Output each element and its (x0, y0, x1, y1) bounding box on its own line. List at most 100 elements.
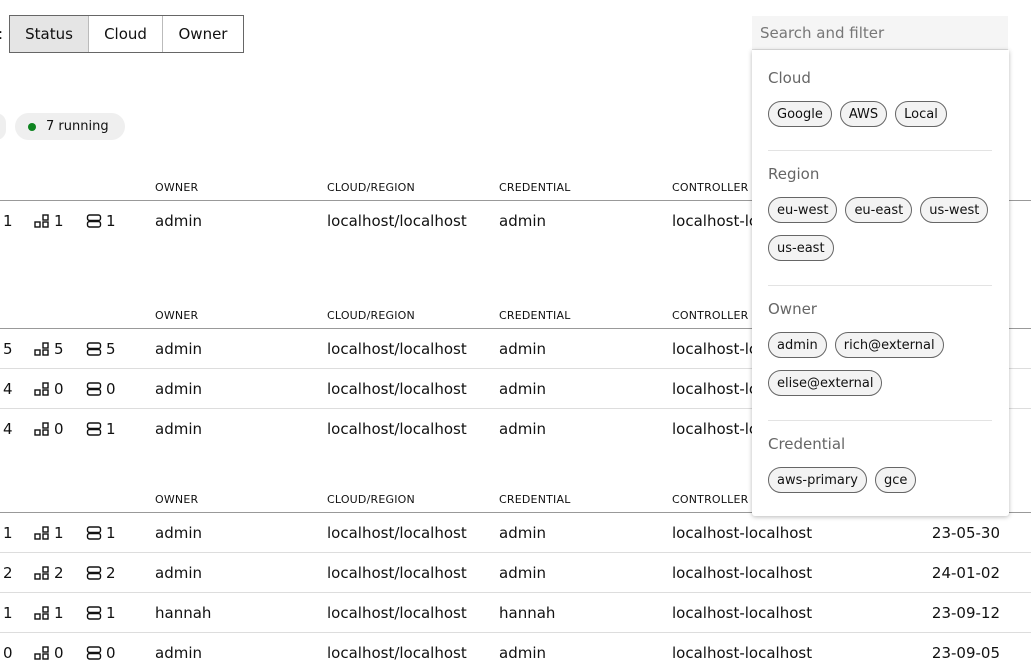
column-header-credential: CREDENTIAL (499, 309, 571, 322)
row-units-value: 1 (54, 604, 64, 622)
filter-pill-google[interactable]: Google (768, 101, 832, 127)
row-cloud-region: localhost/localhost (327, 212, 467, 230)
row-units: 2 (34, 564, 64, 582)
row-machines: 1 (86, 524, 116, 542)
units-icon (34, 342, 49, 356)
row-units-value: 1 (54, 212, 64, 230)
row-count: 5 (3, 340, 13, 358)
units-icon (34, 422, 49, 436)
group-by-status-button[interactable]: Status (10, 16, 88, 52)
machines-icon (86, 342, 102, 356)
row-cloud-region: localhost/localhost (327, 380, 467, 398)
row-units: 5 (34, 340, 64, 358)
row-controller: localhost-lc (672, 212, 758, 230)
units-icon (34, 214, 49, 228)
row-machines-value: 1 (106, 604, 116, 622)
table-row[interactable]: 1 1 1 admin localhost/localhost admin lo… (0, 513, 1031, 553)
row-owner: admin (155, 212, 202, 230)
row-credential: admin (499, 420, 546, 438)
search-filter-input[interactable] (752, 16, 1008, 50)
column-header-owner: OWNER (155, 493, 199, 506)
row-owner: admin (155, 340, 202, 358)
row-machines: 1 (86, 212, 116, 230)
table-row[interactable]: 2 2 2 admin localhost/localhost admin lo… (0, 553, 1031, 593)
row-units: 0 (34, 420, 64, 438)
filter-pill-elise-external[interactable]: elise@external (768, 370, 883, 396)
filter-pill-list: eu-west eu-east us-west us-east (768, 197, 992, 261)
filter-pill-gce[interactable]: gce (874, 467, 917, 493)
row-units-value: 5 (54, 340, 64, 358)
row-count: 2 (3, 564, 13, 582)
filter-pill-local[interactable]: Local (895, 101, 947, 127)
table-row[interactable]: 0 0 0 admin localhost/localhost admin lo… (0, 633, 1031, 669)
row-machines: 1 (86, 420, 116, 438)
row-units-value: 0 (54, 420, 64, 438)
row-units: 0 (34, 644, 64, 662)
row-machines-value: 0 (106, 644, 116, 662)
filter-pill-rich-external[interactable]: rich@external (834, 332, 944, 358)
group-by-cloud-button[interactable]: Cloud (88, 16, 162, 52)
row-cloud-region: localhost/localhost (327, 524, 467, 542)
filter-section-cloud: Cloud Google AWS Local (768, 69, 992, 127)
filter-divider (768, 150, 992, 151)
column-header-controller: CONTROLLER (672, 309, 749, 322)
row-count: 4 (3, 420, 13, 438)
machines-icon (86, 566, 102, 580)
running-dot-icon (28, 122, 36, 131)
row-owner: admin (155, 564, 202, 582)
machines-icon (86, 422, 102, 436)
running-status-chip: 7 running (15, 113, 125, 140)
row-units-value: 0 (54, 380, 64, 398)
running-status-label: 7 running (46, 119, 109, 134)
row-count: 1 (3, 524, 13, 542)
filter-pill-aws[interactable]: AWS (839, 101, 888, 127)
row-owner: admin (155, 644, 202, 662)
column-header-owner: OWNER (155, 309, 199, 322)
filter-pill-admin[interactable]: admin (768, 332, 827, 358)
row-credential: admin (499, 564, 546, 582)
row-count: 1 (3, 604, 13, 622)
group-by-owner-button[interactable]: Owner (162, 16, 243, 52)
row-units: 1 (34, 212, 64, 230)
row-controller: localhost-localhost (672, 564, 813, 582)
row-cloud-region: localhost/localhost (327, 604, 467, 622)
filter-section-title: Owner (768, 300, 817, 318)
filter-pill-aws-primary[interactable]: aws-primary (768, 467, 867, 493)
filter-pill-list: Google AWS Local (768, 101, 992, 127)
row-machines-value: 1 (106, 524, 116, 542)
filter-pill-list: aws-primary gce (768, 467, 992, 493)
row-controller: localhost-lc (672, 380, 758, 398)
row-credential: admin (499, 340, 546, 358)
table-row[interactable]: 1 1 1 hannah localhost/localhost hannah … (0, 593, 1031, 633)
column-header-credential: CREDENTIAL (499, 493, 571, 506)
row-credential: admin (499, 524, 546, 542)
row-count: 1 (3, 212, 13, 230)
row-controller: localhost-lc (672, 340, 758, 358)
row-machines-value: 1 (106, 212, 116, 230)
filter-pill-eu-west[interactable]: eu-west (768, 197, 838, 223)
units-icon (34, 566, 49, 580)
filter-pill-eu-east[interactable]: eu-east (845, 197, 913, 223)
row-machines-value: 1 (106, 420, 116, 438)
filter-pill-us-east[interactable]: us-east (768, 235, 834, 261)
filter-panel: Cloud Google AWS Local Region eu-west eu… (752, 50, 1009, 516)
column-header-cloud-region: CLOUD/REGION (327, 493, 415, 506)
row-owner: admin (155, 420, 202, 438)
row-credential: admin (499, 644, 546, 662)
row-machines: 1 (86, 604, 116, 622)
filter-section-region: Region eu-west eu-east us-west us-east (768, 165, 992, 261)
filter-pill-us-west[interactable]: us-west (920, 197, 989, 223)
machines-icon (86, 382, 102, 396)
row-controller: localhost-localhost (672, 604, 813, 622)
machines-icon (86, 606, 102, 620)
row-updated: 24-01-02 (931, 564, 1000, 582)
row-owner: hannah (155, 604, 212, 622)
row-controller: localhost-localhost (672, 524, 813, 542)
row-machines-value: 2 (106, 564, 116, 582)
column-header-owner: OWNER (155, 181, 199, 194)
row-cloud-region: localhost/localhost (327, 340, 467, 358)
status-chip-partial (0, 113, 6, 140)
column-header-controller: CONTROLLER (672, 181, 749, 194)
machines-icon (86, 214, 102, 228)
filter-section-title: Credential (768, 435, 846, 453)
